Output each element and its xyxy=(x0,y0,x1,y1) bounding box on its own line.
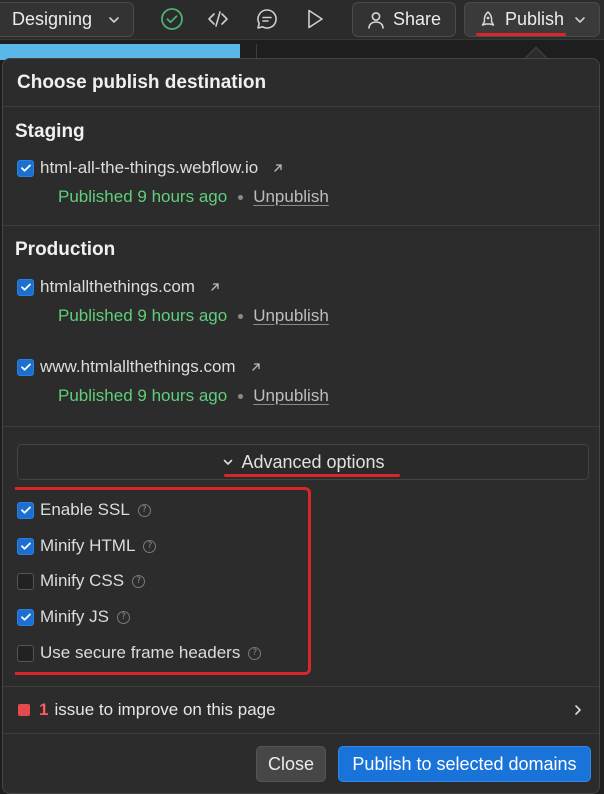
issue-text: issue to improve on this page xyxy=(54,700,276,719)
code-icon[interactable] xyxy=(206,7,230,31)
publish-status: Published 9 hours ago xyxy=(58,386,228,405)
publish-button[interactable]: Publish xyxy=(464,2,600,37)
staging-title: Staging xyxy=(15,121,85,142)
publish-label: Publish xyxy=(505,9,565,29)
production-title: Production xyxy=(15,239,116,260)
publish-status: Published 9 hours ago xyxy=(58,187,228,206)
issue-status-icon xyxy=(18,704,30,716)
mode-dropdown[interactable]: Designing xyxy=(0,2,134,37)
publish-status: Published 9 hours ago xyxy=(58,306,228,325)
production-status-row: Published 9 hours ago Unpublish xyxy=(58,306,329,326)
annotation-underline-publish xyxy=(476,33,566,36)
staging-domain-row: html-all-the-things.webflow.io xyxy=(17,157,284,179)
section-divider xyxy=(3,426,599,427)
mode-label: Designing xyxy=(12,9,93,29)
check-circle-icon[interactable] xyxy=(160,7,184,31)
publish-to-selected-button[interactable]: Publish to selected domains xyxy=(338,746,591,782)
comment-icon[interactable] xyxy=(255,7,279,31)
external-link-icon[interactable] xyxy=(209,281,221,293)
external-link-icon[interactable] xyxy=(272,162,284,174)
share-button[interactable]: Share xyxy=(352,2,456,37)
production-domain-name: www.htmlallthethings.com xyxy=(40,357,236,376)
staging-domain-name: html-all-the-things.webflow.io xyxy=(40,158,259,177)
unpublish-link[interactable]: Unpublish xyxy=(253,386,329,406)
production-domain-row: htmlallthethings.com xyxy=(17,276,221,298)
advanced-options-label: Advanced options xyxy=(241,451,385,472)
unpublish-link[interactable]: Unpublish xyxy=(253,187,329,207)
annotation-highlight-box xyxy=(15,487,311,675)
rocket-icon xyxy=(481,11,495,26)
issue-count: 1 xyxy=(39,700,49,719)
popover-title: Choose publish destination xyxy=(3,59,599,107)
separator-dot xyxy=(238,393,244,399)
close-button[interactable]: Close xyxy=(256,746,326,782)
chevron-down-icon xyxy=(224,459,233,466)
user-icon xyxy=(368,12,384,29)
production-domain-checkbox[interactable] xyxy=(17,278,34,296)
chevron-down-icon xyxy=(575,17,585,24)
staging-domain-checkbox[interactable] xyxy=(17,159,34,177)
external-link-icon[interactable] xyxy=(250,361,262,373)
chevron-down-icon xyxy=(109,17,119,24)
separator-dot xyxy=(238,313,244,319)
production-domain-row: www.htmlallthethings.com xyxy=(17,356,262,378)
staging-status-row: Published 9 hours ago Unpublish xyxy=(58,187,329,207)
play-icon[interactable] xyxy=(303,7,327,31)
separator-dot xyxy=(238,194,244,200)
production-domain-checkbox[interactable] xyxy=(17,358,34,376)
issues-row[interactable]: 1 issue to improve on this page xyxy=(3,686,599,734)
production-domain-name: htmlallthethings.com xyxy=(40,277,195,296)
share-label: Share xyxy=(393,9,442,29)
unpublish-link[interactable]: Unpublish xyxy=(253,306,329,326)
chevron-right-icon xyxy=(575,705,582,715)
publish-popover: Choose publish destination Staging html-… xyxy=(2,58,600,794)
production-status-row: Published 9 hours ago Unpublish xyxy=(58,386,329,406)
annotation-underline-advanced xyxy=(224,474,400,477)
section-divider xyxy=(3,225,599,226)
